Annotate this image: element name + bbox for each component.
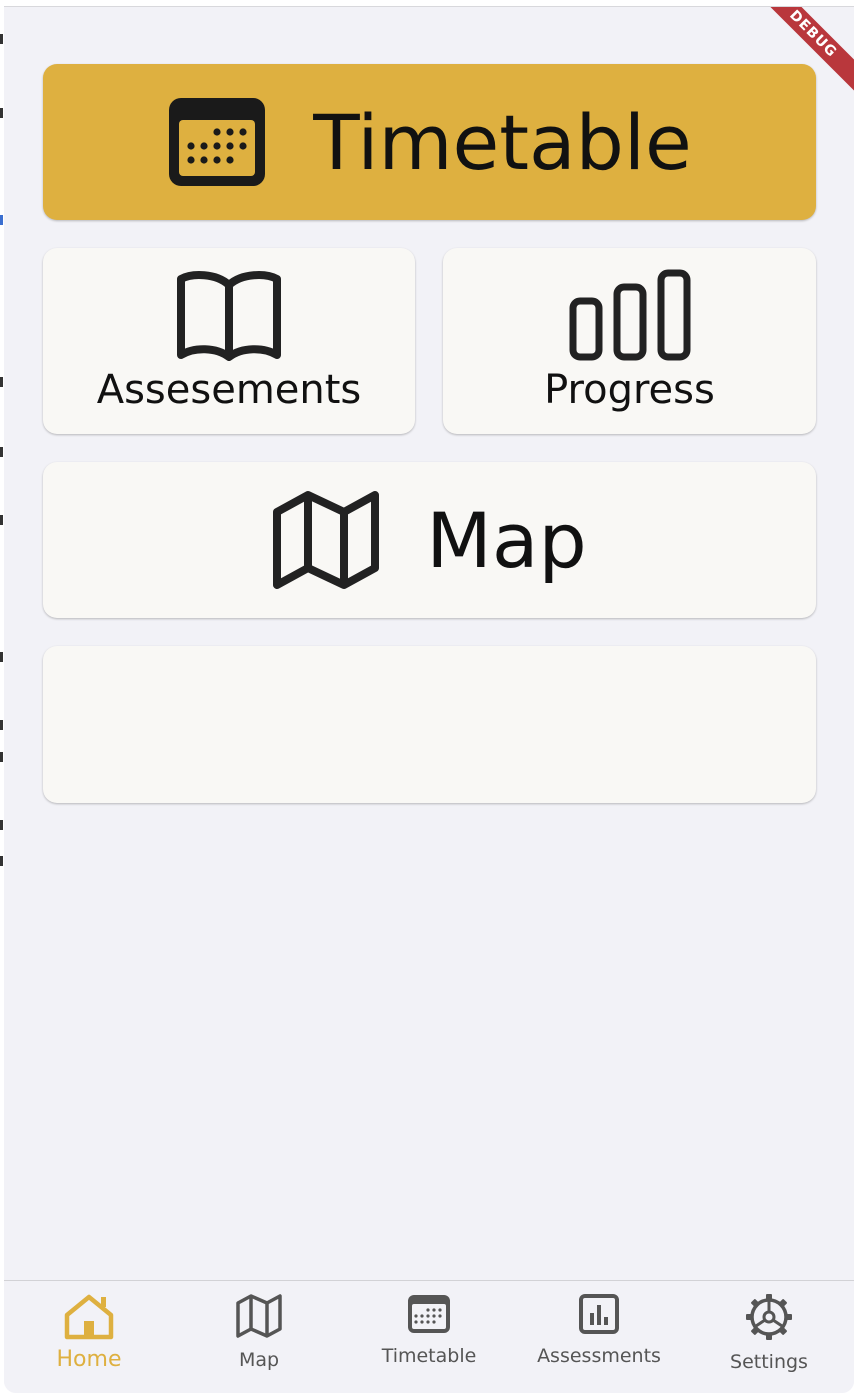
map-card-label: Map <box>426 495 587 585</box>
background-fragment <box>0 752 3 762</box>
background-fragment <box>0 108 3 118</box>
background-fragment <box>0 34 3 44</box>
app-window: DEBUG Timetable Assesements Progress Map… <box>4 6 854 1393</box>
empty-card[interactable] <box>43 646 816 803</box>
nav-item-map[interactable]: Map <box>174 1281 344 1393</box>
background-fragment <box>0 856 3 866</box>
progress-card[interactable]: Progress <box>443 248 816 434</box>
background-fragment <box>0 820 3 830</box>
background-fragment <box>0 215 3 225</box>
background-fragment <box>0 447 3 457</box>
map-card[interactable]: Map <box>43 462 816 618</box>
timetable-card-label: Timetable <box>313 97 692 187</box>
nav-item-assessments[interactable]: Assessments <box>514 1281 684 1393</box>
nav-label-assessments: Assessments <box>537 1345 661 1367</box>
timetable-card[interactable]: Timetable <box>43 64 816 220</box>
assessments-card-label: Assesements <box>96 367 362 413</box>
home-icon <box>63 1293 115 1341</box>
nav-label-timetable: Timetable <box>381 1345 477 1367</box>
map-icon <box>235 1293 283 1339</box>
chart-icon <box>578 1293 620 1335</box>
book-icon <box>176 269 282 361</box>
calendar-icon <box>406 1293 452 1335</box>
assessments-card[interactable]: Assesements <box>43 248 415 434</box>
nav-label-home: Home <box>56 1347 122 1372</box>
bar-chart-icon <box>569 269 691 361</box>
gear-icon <box>745 1293 793 1341</box>
bottom-navigation-bar: Home Map Timetable Assessments Settings <box>4 1280 854 1393</box>
map-icon <box>272 490 380 590</box>
calendar-icon <box>167 96 267 188</box>
background-fragment <box>0 652 3 662</box>
nav-item-timetable[interactable]: Timetable <box>344 1281 514 1393</box>
nav-item-settings[interactable]: Settings <box>684 1281 854 1393</box>
background-fragment <box>0 377 3 387</box>
nav-item-home[interactable]: Home <box>4 1281 174 1393</box>
nav-label-map: Map <box>238 1349 280 1371</box>
background-fragment <box>0 515 3 525</box>
progress-card-label: Progress <box>544 367 715 413</box>
nav-label-settings: Settings <box>730 1351 808 1373</box>
background-fragment <box>0 720 3 730</box>
